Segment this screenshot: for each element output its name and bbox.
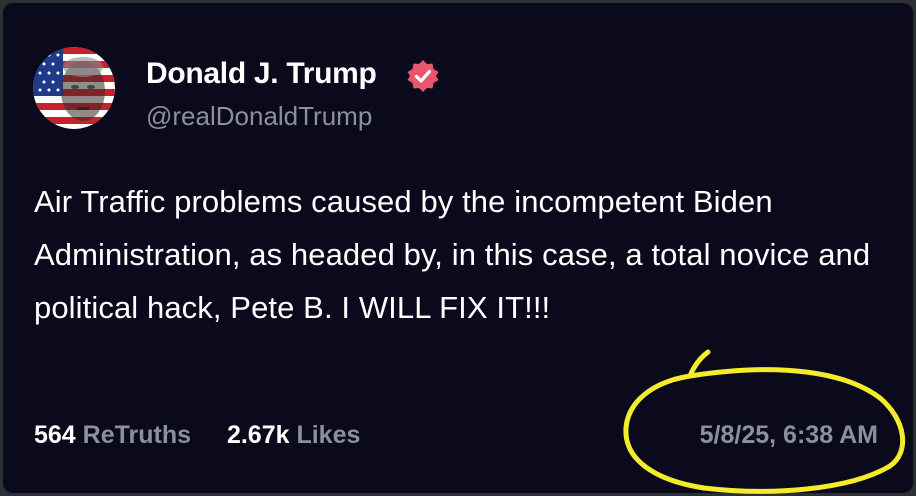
post-body-text: Air Traffic problems caused by the incom… xyxy=(34,184,871,325)
avatar-image xyxy=(33,47,115,129)
likes-stat[interactable]: 2.67k Likes xyxy=(227,421,360,449)
retruths-label: ReTruths xyxy=(82,421,192,449)
retruths-count: 564 xyxy=(34,421,76,449)
likes-count: 2.67k xyxy=(226,421,290,449)
post-card: Donald J. Trump @realDonaldTrump Air Tra… xyxy=(3,3,913,493)
author-display-name[interactable]: Donald J. Trump xyxy=(146,57,377,91)
likes-label: Likes xyxy=(296,421,361,449)
post-timestamp[interactable]: 5/8/25, 6:38 AM xyxy=(700,421,878,450)
author-avatar[interactable] xyxy=(33,47,115,129)
screenshot-frame: Donald J. Trump @realDonaldTrump Air Tra… xyxy=(0,0,916,496)
verified-badge-icon xyxy=(407,60,439,92)
author-handle[interactable]: @realDonaldTrump xyxy=(146,101,372,132)
retruths-stat[interactable]: 564 ReTruths xyxy=(34,421,198,449)
post-stats: 564 ReTruths 2.67k Likes xyxy=(34,421,360,450)
